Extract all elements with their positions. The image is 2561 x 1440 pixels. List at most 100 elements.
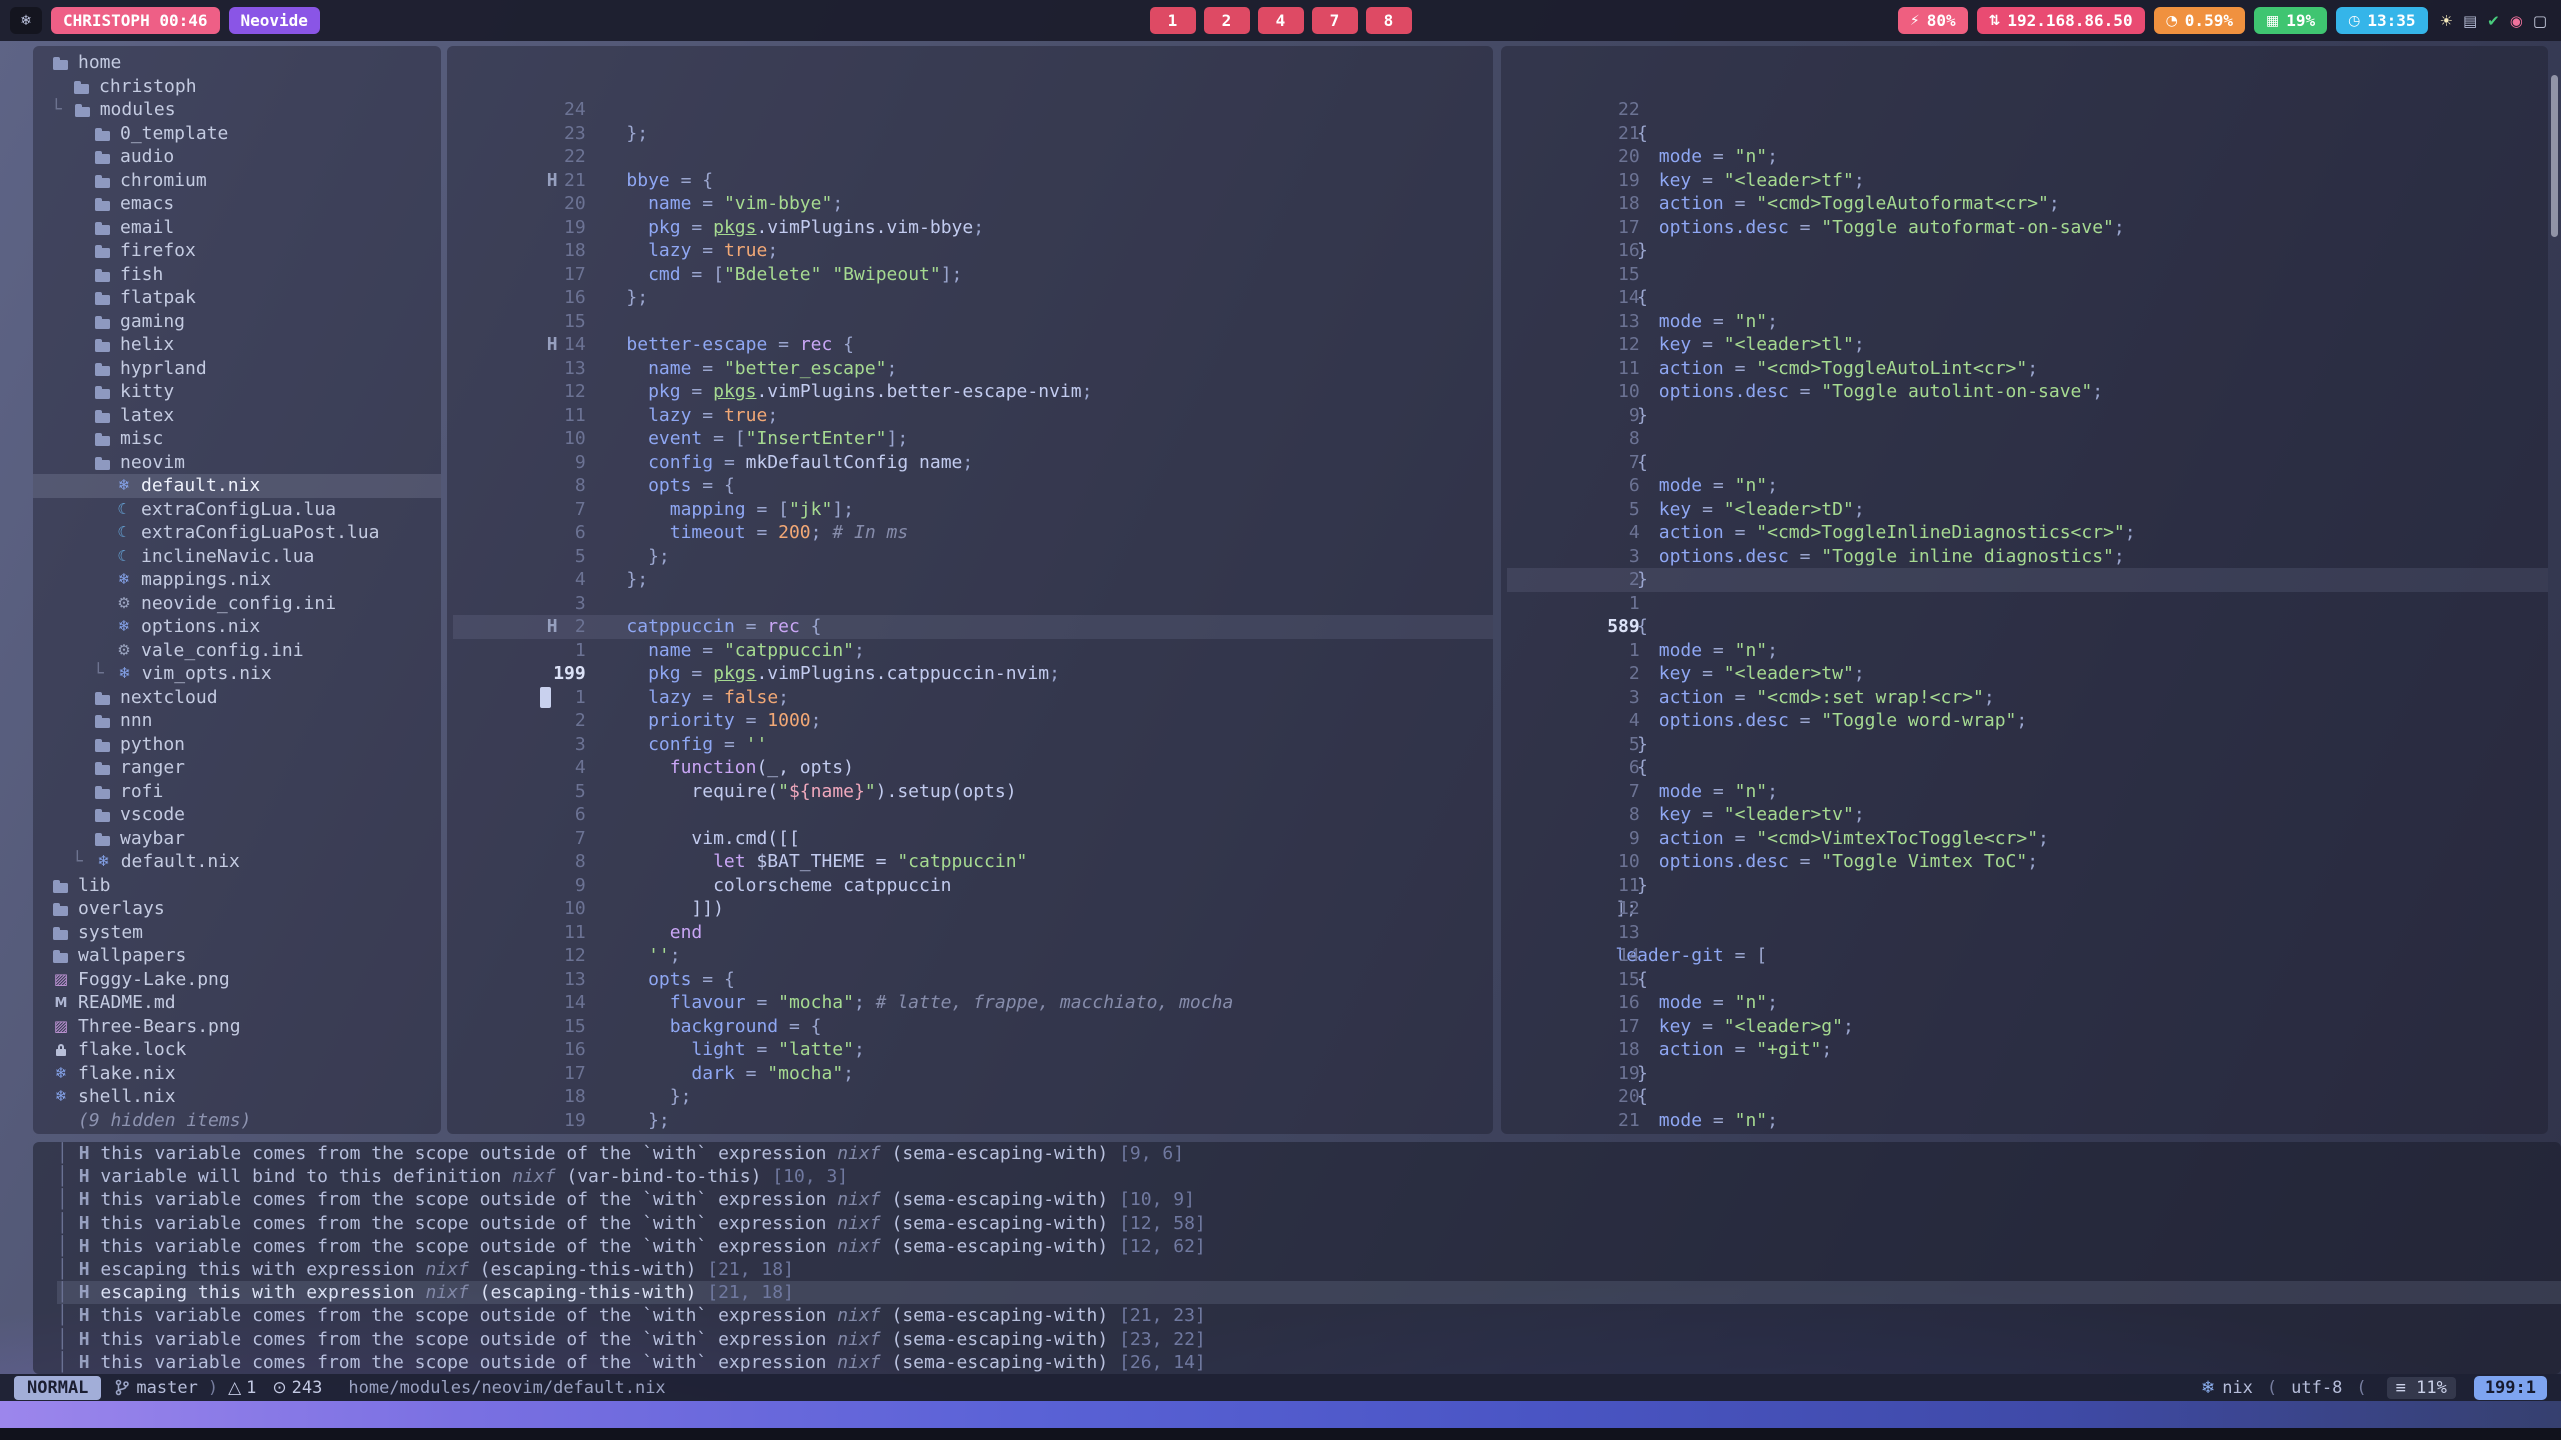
tree-item[interactable]: helix <box>33 333 441 357</box>
tree-item[interactable]: system <box>33 921 441 945</box>
tree-item[interactable]: nextcloud <box>33 686 441 710</box>
tree-item[interactable]: misc <box>33 427 441 451</box>
tree-item[interactable]: kitty <box>33 380 441 404</box>
code-line[interactable]: H 1 pkg = pkgs.vimPlugins.catppuccin-nvi… <box>453 592 1493 616</box>
tree-item[interactable]: options.nix <box>33 615 441 639</box>
tree-item[interactable]: (9 hidden items) <box>33 1109 441 1133</box>
tree-item[interactable]: firefox <box>33 239 441 263</box>
status-chip[interactable]: ⚡80% <box>1898 7 1968 34</box>
tree-item[interactable]: chromium <box>33 169 441 193</box>
code-line[interactable]: 20 key = "<leader>tf"; <box>1507 98 2548 122</box>
tree-item[interactable]: └ modules <box>33 98 441 122</box>
diagnostic-item[interactable]: │ H this variable comes from the scope o… <box>57 1304 2561 1327</box>
workspace-button[interactable]: 4 <box>1258 7 1304 34</box>
code-line[interactable]: 1 key = "<leader>tw"; <box>1507 592 2548 616</box>
session-badge[interactable]: CHRISTOPH 00:46 <box>51 7 220 34</box>
tree-item[interactable]: gaming <box>33 310 441 334</box>
app-badge[interactable]: Neovide <box>229 7 320 34</box>
tree-item[interactable]: wallpapers <box>33 944 441 968</box>
scrollbar-thumb[interactable] <box>2551 75 2558 237</box>
tree-item[interactable]: latex <box>33 404 441 428</box>
tree-item[interactable]: flatpak <box>33 286 441 310</box>
tree-item[interactable]: default.nix <box>33 474 441 498</box>
code-line[interactable]: 7 key = "<leader>tv"; <box>1507 733 2548 757</box>
code-line[interactable]: 14 { <box>1507 897 2548 921</box>
diagnostic-item[interactable]: │ H this variable comes from the scope o… <box>57 1188 2561 1211</box>
diagnostic-item[interactable]: │ H escaping this with expression nixf (… <box>57 1281 2561 1304</box>
tree-item[interactable]: Foggy-Lake.png <box>33 968 441 992</box>
tray-icon[interactable]: ▢ <box>2533 12 2547 30</box>
tray-icon[interactable]: ✔ <box>2487 12 2500 30</box>
tree-item[interactable]: └ vim_opts.nix <box>33 662 441 686</box>
code-line[interactable]: 13 leader-git = [ <box>1507 874 2548 898</box>
workspace-button[interactable]: 2 <box>1204 7 1250 34</box>
diagnostic-item[interactable]: │ H this variable comes from the scope o… <box>57 1235 2561 1258</box>
code-line[interactable]: 22 bbye = { <box>453 98 1493 122</box>
tree-item[interactable]: nnn <box>33 709 441 733</box>
tree-item[interactable]: email <box>33 216 441 240</box>
code-line[interactable]: H 20 pkg = pkgs.vimPlugins.vim-bbye; <box>453 145 1493 169</box>
tree-item[interactable]: vale_config.ini <box>33 639 441 663</box>
workspace-button[interactable]: 1 <box>1150 7 1196 34</box>
code-line[interactable]: 22 action = "<cmd>LazyGit<cr>"; <box>1507 1085 2548 1109</box>
tree-item[interactable]: 0_template <box>33 122 441 146</box>
code-line[interactable]: 5 action = "<cmd>ToggleInlineDiagnostics… <box>1507 451 2548 475</box>
code-line[interactable]: 14 mode = "n"; <box>1507 239 2548 263</box>
diagnostic-item[interactable]: │ H this variable comes from the scope o… <box>57 1212 2561 1235</box>
tree-item[interactable]: emacs <box>33 192 441 216</box>
tree-item[interactable]: extraConfigLua.lua <box>33 498 441 522</box>
code-line[interactable]: 15 mode = "n"; <box>1507 921 2548 945</box>
tree-item[interactable]: christoph <box>33 75 441 99</box>
tray-icon[interactable]: ☀ <box>2440 12 2453 30</box>
diagnostic-item[interactable]: │ H this variable comes from the scope o… <box>57 1142 2561 1165</box>
git-branch[interactable]: master <box>115 1378 197 1398</box>
workspace-button[interactable]: 8 <box>1366 7 1412 34</box>
tray-icon[interactable]: ◉ <box>2510 12 2523 30</box>
tree-item[interactable]: inclineNavic.lua <box>33 545 441 569</box>
code-line[interactable]: 589 mode = "n"; <box>1507 568 2548 592</box>
tree-item[interactable]: rofi <box>33 780 441 804</box>
code-line[interactable]: 21 mode = "n"; <box>1507 75 2548 99</box>
tree-item[interactable]: vscode <box>33 803 441 827</box>
code-line[interactable]: 2 action = "<cmd>:set wrap!<cr>"; <box>1507 615 2548 639</box>
tree-item[interactable]: ranger <box>33 756 441 780</box>
tree-item[interactable]: flake.nix <box>33 1062 441 1086</box>
diagnostic-item[interactable]: │ H this variable comes from the scope o… <box>57 1328 2561 1351</box>
tree-item[interactable]: flake.lock <box>33 1038 441 1062</box>
tree-item[interactable]: neovide_config.ini <box>33 592 441 616</box>
code-line[interactable]: 8 colorscheme catppuccin <box>453 803 1493 827</box>
status-chip[interactable]: ⇅192.168.86.50 <box>1977 7 2145 34</box>
code-line[interactable]: 21 key = "<leader>gg"; <box>1507 1062 2548 1086</box>
nixos-launcher-icon[interactable]: ❄ <box>10 7 42 34</box>
tray-icon[interactable]: ▤ <box>2463 12 2477 30</box>
tree-item[interactable]: └ default.nix <box>33 850 441 874</box>
tree-item[interactable]: extraConfigLuaPost.lua <box>33 521 441 545</box>
code-line[interactable]: 23 <box>453 75 1493 99</box>
diagnostic-item[interactable]: │ H this variable comes from the scope o… <box>57 1351 2561 1374</box>
tree-item[interactable]: fish <box>33 263 441 287</box>
code-line[interactable]: 7 mode = "n"; <box>1507 404 2548 428</box>
tree-item[interactable]: audio <box>33 145 441 169</box>
code-line[interactable]: 17 action = "+git"; <box>1507 968 2548 992</box>
code-line[interactable]: 12 action = "<cmd>ToggleAutoLint<cr>"; <box>1507 286 2548 310</box>
code-line[interactable]: 22 { <box>1507 51 2548 75</box>
tree-item[interactable]: mappings.nix <box>33 568 441 592</box>
status-chip[interactable]: ◔0.59% <box>2154 7 2245 34</box>
code-line[interactable]: 24 }; <box>453 51 1493 75</box>
tree-item[interactable]: hyprland <box>33 357 441 381</box>
diagnostics-summary[interactable]: △1 ⊙243 <box>228 1378 322 1398</box>
code-line[interactable]: 8 action = "<cmd>VimtexTocToggle<cr>"; <box>1507 756 2548 780</box>
diagnostic-item[interactable]: │ H variable will bind to this definitio… <box>57 1165 2561 1188</box>
tree-item[interactable]: README.md <box>33 991 441 1015</box>
code-line[interactable]: H 13 pkg = pkgs.vimPlugins.better-escape… <box>453 310 1493 334</box>
tree-item[interactable]: waybar <box>33 827 441 851</box>
code-editor-right[interactable]: 22 { 21 mode = "n"; 20 key = "<leader>tf… <box>1501 46 2548 1134</box>
tree-item[interactable]: lib <box>33 874 441 898</box>
tree-item[interactable]: home <box>33 51 441 75</box>
code-line[interactable]: 19 action = "<cmd>ToggleAutoformat<cr>"; <box>1507 122 2548 146</box>
tree-item[interactable]: shell.nix <box>33 1085 441 1109</box>
workspace-button[interactable]: 7 <box>1312 7 1358 34</box>
status-chip[interactable]: ◷13:35 <box>2336 7 2427 34</box>
tree-item[interactable]: neovim <box>33 451 441 475</box>
tree-item[interactable]: Three-Bears.png <box>33 1015 441 1039</box>
